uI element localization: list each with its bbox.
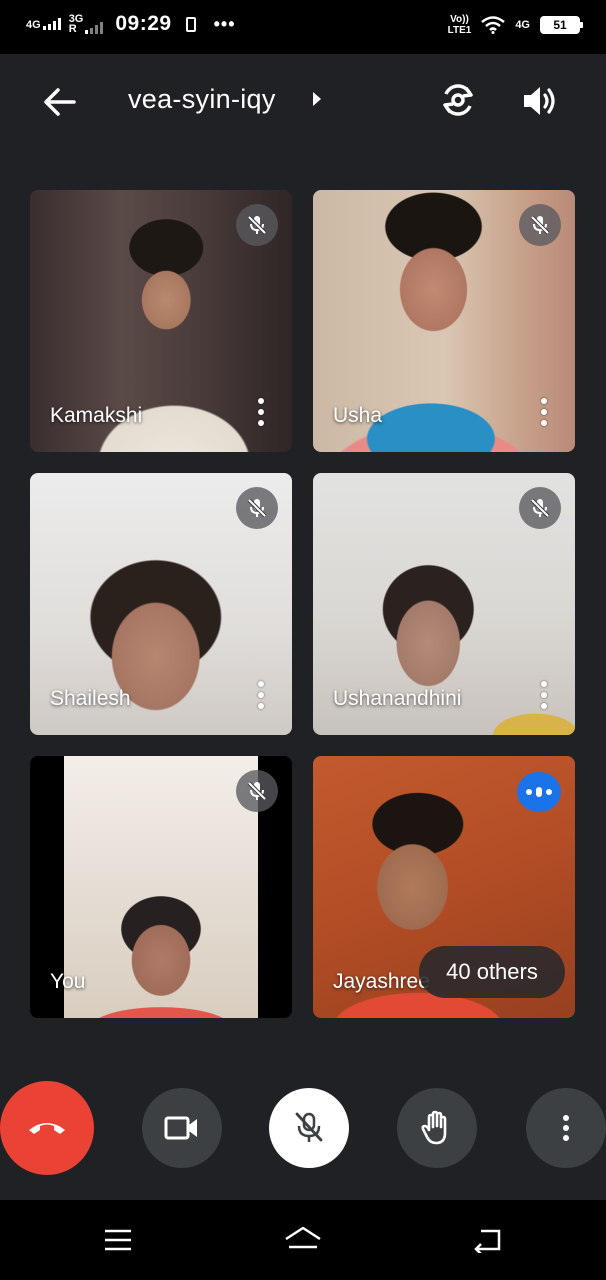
status-bar: 4G 3G R 09:29 ••• Vo)) LTE1 4G 51 <box>0 0 606 54</box>
sim1-signal: 4G <box>26 18 61 31</box>
participant-tile[interactable]: Jayashree 40 others <box>313 756 575 1018</box>
mic-off-icon <box>247 498 267 518</box>
more-vertical-icon <box>563 1115 569 1141</box>
status-left: 4G 3G R 09:29 ••• <box>26 12 236 36</box>
muted-badge <box>236 204 278 246</box>
status-right: Vo)) LTE1 4G 51 <box>448 14 583 36</box>
others-button[interactable]: 40 others <box>419 946 565 998</box>
menu-icon <box>105 1229 131 1251</box>
video-camera-icon <box>164 1116 197 1140</box>
mic-off-icon <box>295 1112 323 1142</box>
sim2-roaming: R <box>68 23 77 35</box>
signal-bars-icon <box>42 18 61 30</box>
back-nav-icon <box>474 1229 501 1253</box>
muted-badge <box>236 487 278 529</box>
participant-name: You <box>50 970 86 993</box>
end-call-button[interactable] <box>0 1081 94 1175</box>
back-nav-button[interactable] <box>467 1220 507 1260</box>
speaking-indicator <box>517 772 561 812</box>
sim2-network-label: 3G R <box>68 14 84 35</box>
muted-badge <box>236 770 278 812</box>
participant-menu-button[interactable] <box>541 681 547 709</box>
phone-hangup-icon <box>29 1123 65 1134</box>
data-network-label: 4G <box>515 19 530 31</box>
participant-name: Jayashree <box>333 970 430 993</box>
wifi-icon <box>481 16 506 34</box>
top-bar: vea-syin-iqy <box>0 54 606 150</box>
camera-toggle-button[interactable] <box>142 1088 222 1168</box>
participant-menu-button[interactable] <box>258 398 264 426</box>
speaker-icon <box>524 87 555 115</box>
volte-indicator: Vo)) LTE1 <box>448 14 472 36</box>
meet-app: vea-syin-iqy Kamakshi Usha Shailesh Usha… <box>0 54 606 1200</box>
participant-name: Kamakshi <box>50 404 143 427</box>
sim2-signal: 3G R <box>68 14 104 35</box>
participant-tile[interactable]: Kamakshi <box>30 190 292 452</box>
battery-icon: 51 <box>540 16 583 34</box>
muted-badge <box>519 204 561 246</box>
notification-more-icon: ••• <box>213 13 236 34</box>
camera-switch-icon <box>443 84 473 116</box>
mic-off-icon <box>530 215 550 235</box>
sim1-network-label: 4G <box>26 19 41 31</box>
participant-name: Usha <box>333 404 383 427</box>
home-button[interactable] <box>283 1220 323 1260</box>
chevron-right-icon[interactable] <box>313 92 321 106</box>
sim-card-icon <box>185 16 196 32</box>
volte-top: Vo)) <box>450 14 469 25</box>
home-icon <box>285 1226 321 1249</box>
participant-tile-self[interactable]: You <box>30 756 292 1018</box>
participant-menu-button[interactable] <box>541 398 547 426</box>
participant-tile[interactable]: Shailesh <box>30 473 292 735</box>
hand-icon <box>421 1110 447 1145</box>
meeting-code[interactable]: vea-syin-iqy <box>128 84 276 115</box>
back-button[interactable] <box>40 84 80 120</box>
battery-level: 51 <box>542 18 578 32</box>
call-controls <box>0 1081 606 1188</box>
self-video <box>64 756 258 1018</box>
arrow-left-icon <box>44 88 76 116</box>
volte-bottom: LTE1 <box>447 25 472 36</box>
audio-output-button[interactable] <box>520 82 558 120</box>
clock: 09:29 <box>115 12 172 35</box>
participant-name: Shailesh <box>50 687 131 710</box>
system-nav-bar <box>0 1200 606 1280</box>
mic-off-icon <box>247 781 267 801</box>
muted-badge <box>519 487 561 529</box>
participant-tile[interactable]: Usha <box>313 190 575 452</box>
mic-off-icon <box>530 498 550 518</box>
more-options-button[interactable] <box>526 1088 606 1168</box>
switch-camera-button[interactable] <box>438 80 478 120</box>
mic-off-icon <box>247 215 267 235</box>
raise-hand-button[interactable] <box>397 1088 477 1168</box>
participant-name: Ushanandhini <box>333 687 462 710</box>
signal-bars-icon <box>85 22 104 34</box>
mic-toggle-button[interactable] <box>269 1088 349 1168</box>
recents-button[interactable] <box>98 1220 138 1260</box>
participant-tile[interactable]: Ushanandhini <box>313 473 575 735</box>
participant-menu-button[interactable] <box>258 681 264 709</box>
